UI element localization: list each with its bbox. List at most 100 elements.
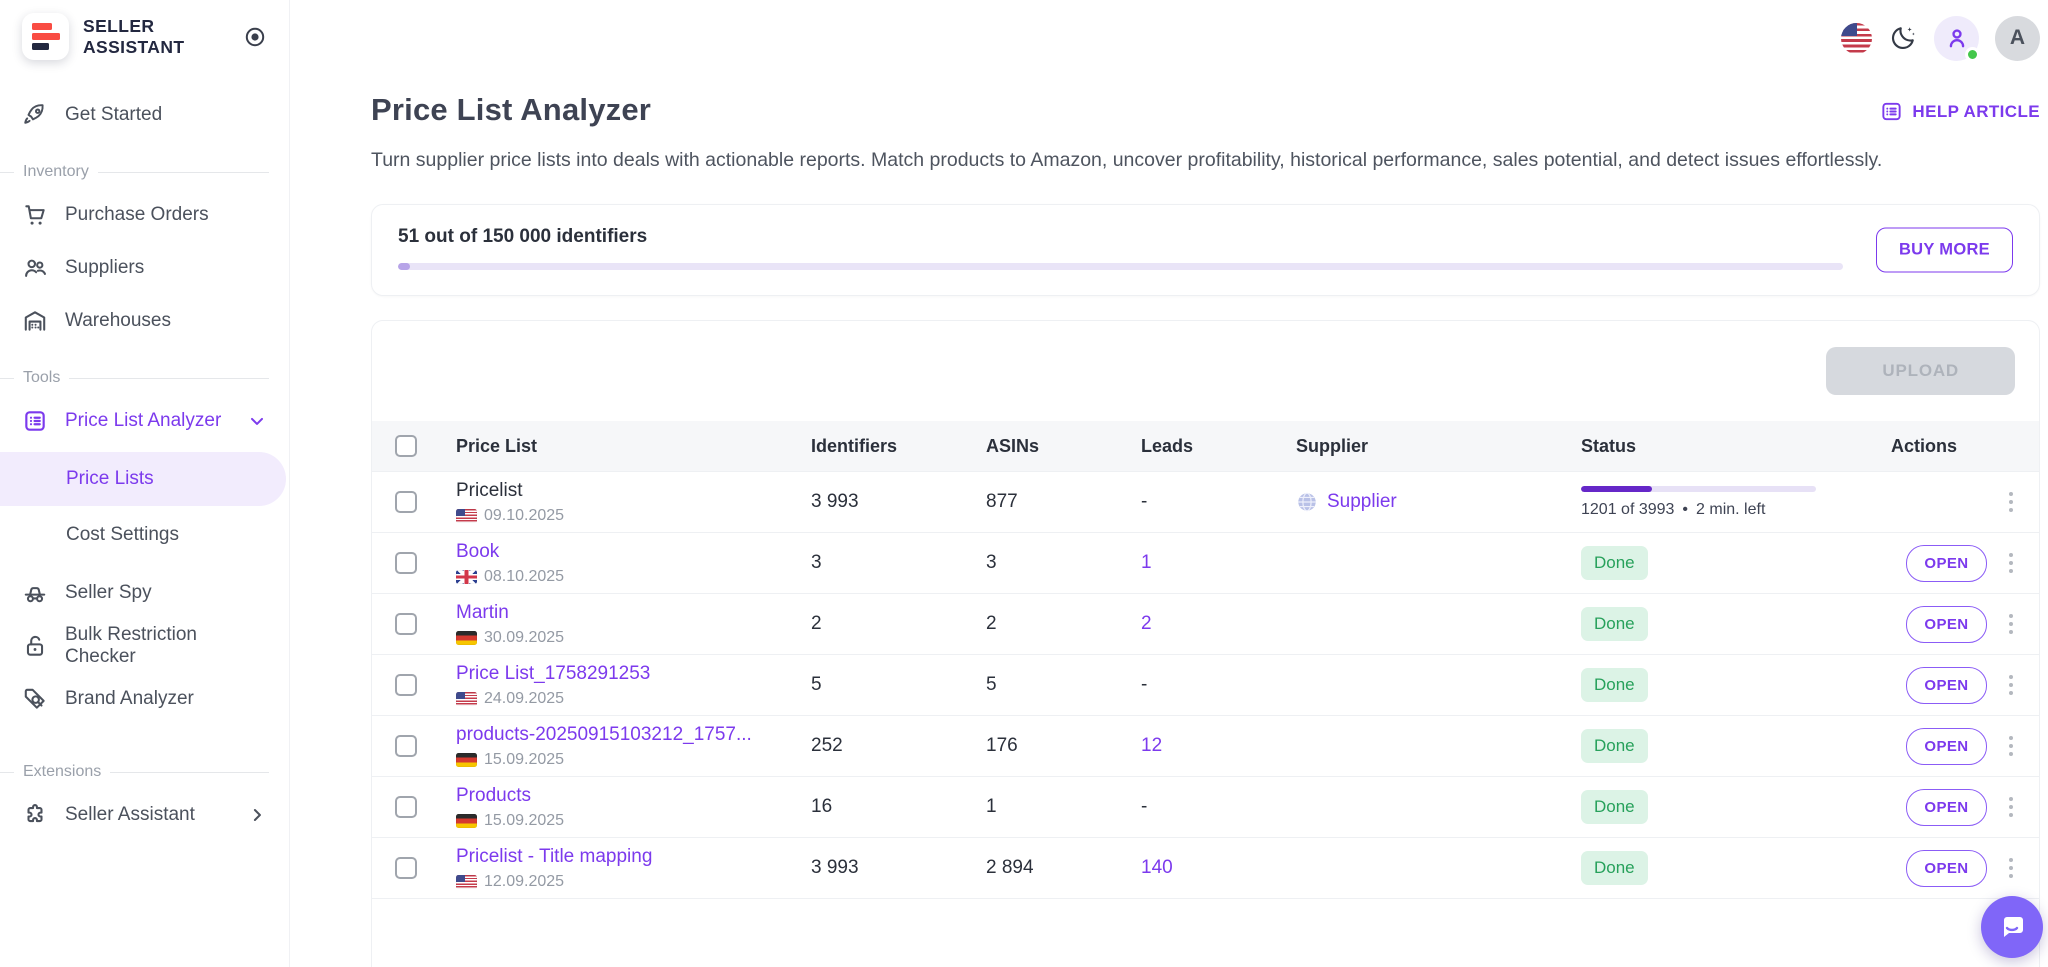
language-us-flag-icon[interactable] bbox=[1841, 23, 1872, 54]
price-list-name[interactable]: Pricelist - Title mapping bbox=[456, 846, 811, 868]
sidebar-item-label: Brand Analyzer bbox=[65, 688, 194, 710]
identifiers-count: 5 bbox=[811, 674, 986, 696]
column-header-asins: ASINs bbox=[986, 436, 1141, 457]
table-toolbar: UPLOAD bbox=[372, 321, 2039, 421]
puzzle-icon bbox=[22, 802, 48, 828]
identifiers-count: 3 993 bbox=[811, 491, 986, 513]
price-list-name[interactable]: Book bbox=[456, 541, 811, 563]
row-checkbox[interactable] bbox=[395, 613, 417, 635]
sidebar-section-extensions: Extensions bbox=[0, 763, 289, 781]
table-row: products-20250915103212_1757... 15.09.20… bbox=[372, 715, 2039, 776]
leads-count[interactable]: 12 bbox=[1141, 735, 1162, 756]
buy-more-button[interactable]: BUY MORE bbox=[1876, 228, 2013, 273]
price-list-name[interactable]: Products bbox=[456, 785, 811, 807]
asins-count: 176 bbox=[986, 735, 1141, 757]
help-article-link[interactable]: HELP ARTICLE bbox=[1880, 100, 2040, 123]
sidebar-item-bulk-restriction-checker[interactable]: Bulk Restriction Checker bbox=[0, 624, 289, 668]
select-all-checkbox[interactable] bbox=[395, 435, 417, 457]
row-checkbox[interactable] bbox=[395, 857, 417, 879]
row-checkbox[interactable] bbox=[395, 796, 417, 818]
asins-count: 5 bbox=[986, 674, 1141, 696]
sidebar-item-price-list-analyzer[interactable]: Price List Analyzer bbox=[0, 399, 289, 443]
country-flag-icon bbox=[456, 692, 477, 706]
table-row: Pricelist 09.10.2025 3 993 877 - Supplie… bbox=[372, 471, 2039, 532]
page-header: Price List Analyzer HELP ARTICLE bbox=[371, 92, 2040, 128]
sidebar-item-brand-analyzer[interactable]: Brand Analyzer bbox=[0, 677, 289, 721]
sidebar-item-label: Cost Settings bbox=[66, 524, 179, 546]
sidebar-item-label: Seller Spy bbox=[65, 582, 152, 604]
sidebar-item-label: Get Started bbox=[65, 104, 162, 126]
status-badge: Done bbox=[1581, 668, 1648, 702]
table-row: Martin 30.09.2025 2 2 2 Done OPEN bbox=[372, 593, 2039, 654]
sidebar-item-purchase-orders[interactable]: Purchase Orders bbox=[0, 193, 289, 237]
tag-search-icon bbox=[22, 686, 48, 712]
sidebar-item-label: Seller Assistant bbox=[65, 804, 195, 826]
row-checkbox[interactable] bbox=[395, 674, 417, 696]
column-header-leads: Leads bbox=[1141, 436, 1296, 457]
row-progress-track bbox=[1581, 486, 1816, 492]
row-menu-button[interactable] bbox=[2005, 488, 2018, 517]
upload-date: 08.10.2025 bbox=[484, 568, 564, 586]
upload-button[interactable]: UPLOAD bbox=[1826, 347, 2015, 395]
sidebar-subitem-cost-settings[interactable]: Cost Settings bbox=[0, 508, 289, 562]
open-button[interactable]: OPEN bbox=[1906, 728, 1986, 765]
identifiers-count: 252 bbox=[811, 735, 986, 757]
leads-count[interactable]: 1 bbox=[1141, 552, 1152, 573]
sidebar-item-warehouses[interactable]: Warehouses bbox=[0, 299, 289, 343]
asins-count: 2 bbox=[986, 613, 1141, 635]
open-button[interactable]: OPEN bbox=[1906, 789, 1986, 826]
open-button[interactable]: OPEN bbox=[1906, 606, 1986, 643]
identifiers-count: 3 bbox=[811, 552, 986, 574]
sidebar-item-seller-spy[interactable]: Seller Spy bbox=[0, 571, 289, 615]
row-menu-button[interactable] bbox=[2005, 793, 2018, 822]
status-badge: Done bbox=[1581, 607, 1648, 641]
leads-count[interactable]: 2 bbox=[1141, 613, 1152, 634]
next-row-divider bbox=[372, 898, 2039, 904]
table-row: Pricelist - Title mapping 12.09.2025 3 9… bbox=[372, 837, 2039, 898]
open-button[interactable]: OPEN bbox=[1906, 667, 1986, 704]
country-flag-icon bbox=[456, 509, 477, 523]
user-avatar[interactable]: A bbox=[1995, 16, 2040, 61]
leads-count: - bbox=[1141, 674, 1147, 695]
leads-count[interactable]: 140 bbox=[1141, 857, 1173, 878]
upload-date: 12.09.2025 bbox=[484, 873, 564, 891]
identifiers-count: 16 bbox=[811, 796, 986, 818]
status-badge: Done bbox=[1581, 729, 1648, 763]
row-checkbox[interactable] bbox=[395, 491, 417, 513]
sidebar-item-suppliers[interactable]: Suppliers bbox=[0, 246, 289, 290]
sidebar-subitem-price-lists[interactable]: Price Lists bbox=[0, 452, 286, 506]
supplier-label: Supplier bbox=[1327, 491, 1397, 513]
chat-launcher-button[interactable] bbox=[1981, 896, 2043, 958]
quota-progress-fill bbox=[398, 263, 410, 270]
sidebar-item-get-started[interactable]: Get Started bbox=[0, 93, 289, 137]
open-button[interactable]: OPEN bbox=[1906, 850, 1986, 887]
moon-icon bbox=[1888, 23, 1918, 53]
row-progress-fill bbox=[1581, 486, 1652, 492]
sidebar-collapse-toggle[interactable] bbox=[241, 23, 269, 51]
row-menu-button[interactable] bbox=[2005, 732, 2018, 761]
country-flag-icon bbox=[456, 753, 477, 767]
person-icon bbox=[1944, 25, 1970, 51]
sidebar-item-label: Price List Analyzer bbox=[65, 410, 221, 432]
row-menu-button[interactable] bbox=[2005, 854, 2018, 883]
row-checkbox[interactable] bbox=[395, 735, 417, 757]
row-menu-button[interactable] bbox=[2005, 610, 2018, 639]
dark-mode-toggle[interactable] bbox=[1888, 23, 1918, 53]
row-checkbox[interactable] bbox=[395, 552, 417, 574]
open-button[interactable]: OPEN bbox=[1906, 545, 1986, 582]
price-list-name[interactable]: Price List_1758291253 bbox=[456, 663, 811, 685]
supplier-link[interactable]: Supplier bbox=[1296, 491, 1397, 513]
row-menu-button[interactable] bbox=[2005, 671, 2018, 700]
account-button[interactable] bbox=[1934, 16, 1979, 61]
seller-assistant-logo-icon bbox=[22, 13, 69, 60]
row-menu-button[interactable] bbox=[2005, 549, 2018, 578]
globe-icon bbox=[1296, 491, 1318, 513]
price-list-name[interactable]: Martin bbox=[456, 602, 811, 624]
column-header-identifiers: Identifiers bbox=[811, 436, 986, 457]
sidebar-item-seller-assistant-extension[interactable]: Seller Assistant bbox=[0, 793, 289, 837]
price-list-name[interactable]: products-20250915103212_1757... bbox=[456, 724, 811, 746]
identifiers-quota-card: 51 out of 150 000 identifiers BUY MORE bbox=[371, 204, 2040, 296]
table-header-row: Price List Identifiers ASINs Leads Suppl… bbox=[372, 421, 2039, 471]
lock-open-icon bbox=[22, 633, 48, 659]
sidebar-menu: Get Started Inventory Purchase Orders Su… bbox=[0, 64, 289, 837]
